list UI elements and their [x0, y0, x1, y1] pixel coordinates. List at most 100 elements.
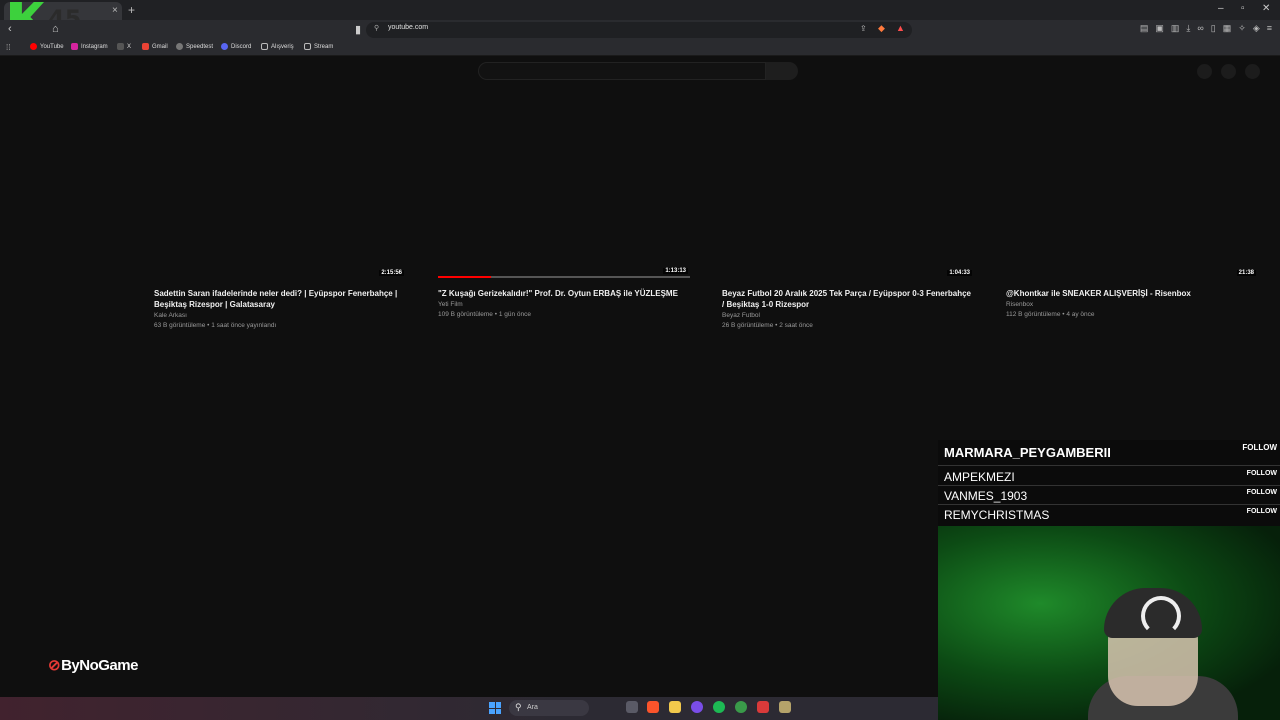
minimize-icon[interactable]: –	[1218, 3, 1224, 14]
video-card[interactable]: 2:15:56 Sadettin Saran ifadelerinde nele…	[154, 100, 406, 329]
video-card[interactable]: 1:04:33 Beyaz Futbol 20 Aralık 2025 Tek …	[722, 100, 974, 329]
task-view-icon[interactable]	[626, 701, 638, 713]
bynogame-icon: ⊘	[48, 657, 61, 674]
video-duration: 1:04:33	[947, 270, 972, 276]
bookmark-gmail[interactable]: Gmail	[142, 43, 168, 50]
bookmark-instagram[interactable]: Instagram	[71, 43, 108, 50]
video-thumbnail[interactable]: 1:04:33	[722, 100, 974, 278]
gmail-icon	[142, 43, 149, 50]
video-thumbnail[interactable]: 2:15:56	[154, 100, 406, 278]
navigation-bar: ‹ ⌂ ▮ ⚲ youtube.com ⇪ ◆ ▲ ▤ ▣ ▥ ⤓ ∞ ▯ ▦ …	[0, 20, 1280, 40]
address-bar[interactable]: ⚲ youtube.com ⇪ ◆ ▲	[366, 22, 912, 38]
close-window-icon[interactable]: ✕	[1262, 3, 1270, 14]
youtube-search-input[interactable]	[478, 62, 766, 80]
video-card[interactable]: 1:13:13 "Z Kuşağı Gerizekalıdır!" Prof. …	[438, 100, 690, 318]
bookmark-stream[interactable]: Stream	[304, 43, 333, 50]
video-meta: 109 B görüntüleme • 1 gün önce	[438, 311, 531, 318]
trash-icon[interactable]: ▥	[1171, 23, 1180, 34]
video-channel[interactable]: Yeti Film	[438, 301, 690, 308]
app-icon[interactable]	[757, 701, 769, 713]
follow-tag: FOLLOW	[1246, 489, 1277, 496]
windows-start-icon[interactable]	[489, 702, 501, 714]
follow-tag: FOLLOW	[1246, 470, 1277, 477]
bookmark-youtube[interactable]: YouTube	[30, 43, 64, 50]
video-card[interactable]: 21:38 @Khontkar ile SNEAKER ALIŞVERİŞİ -…	[1006, 100, 1258, 318]
video-channel[interactable]: Risenbox	[1006, 301, 1258, 308]
menu-icon[interactable]: ≡	[1267, 23, 1272, 34]
search-icon: ⚲	[515, 702, 522, 712]
follower-name: MARMARA_PEYGAMBERII	[944, 445, 1111, 460]
video-title[interactable]: @Khontkar ile SNEAKER ALIŞVERİŞİ - Risen…	[1006, 288, 1258, 299]
taskbar-tint	[0, 697, 938, 720]
home-icon[interactable]: ⌂	[52, 23, 59, 35]
app-icon[interactable]	[779, 701, 791, 713]
video-title[interactable]: "Z Kuşağı Gerizekalıdır!" Prof. Dr. Oytu…	[438, 288, 690, 299]
video-duration: 21:38	[1236, 270, 1256, 276]
bookmark-icon[interactable]: ▮	[355, 23, 361, 36]
link-icon[interactable]: ∞	[1197, 23, 1203, 34]
tab-icon[interactable]: ▣	[1155, 23, 1164, 34]
vpn-icon[interactable]: ◈	[1253, 23, 1260, 34]
chrome-icon[interactable]	[735, 701, 747, 713]
instagram-icon	[71, 43, 78, 50]
video-thumbnail[interactable]: 1:13:13	[438, 100, 690, 278]
rewards-icon[interactable]: ▲	[896, 23, 905, 33]
follower-name: VANMES_1903	[944, 489, 1028, 503]
youtube-search-button[interactable]	[766, 62, 798, 80]
taskbar-search-input[interactable]: ⚲ Ara	[509, 700, 589, 716]
reader-icon[interactable]: ▤	[1140, 23, 1149, 34]
video-title[interactable]: Sadettin Saran ifadelerinde neler dedi? …	[154, 288, 406, 310]
bookmark-x[interactable]: X	[117, 43, 131, 50]
url-text[interactable]: youtube.com	[388, 24, 428, 31]
ai-icon[interactable]: ✧	[1238, 23, 1246, 34]
file-explorer-icon[interactable]	[669, 701, 681, 713]
watch-progress-bar	[438, 276, 690, 278]
follower-alert-panel: MARMARA_PEYGAMBERII FOLLOW AMPEKMEZI FOL…	[938, 440, 1280, 526]
new-tab-button[interactable]: +	[128, 3, 135, 17]
video-duration: 2:15:56	[379, 270, 404, 276]
bookmarks-bar: ⁞⁞ YouTube Instagram X Gmail Speedtest D…	[0, 40, 1280, 56]
divider	[938, 465, 1280, 466]
maximize-icon[interactable]: ▫	[1241, 3, 1245, 14]
divider	[938, 485, 1280, 486]
close-tab-icon[interactable]: ×	[112, 5, 118, 16]
speedtest-icon	[176, 43, 183, 50]
folder-icon	[304, 43, 311, 50]
sponsor-logo: ⊘ByNoGame	[48, 657, 138, 674]
follow-tag: FOLLOW	[1246, 508, 1277, 515]
wallet-icon[interactable]: ▦	[1223, 23, 1232, 34]
site-info-icon[interactable]: ⚲	[374, 24, 379, 32]
youtube-icon	[30, 43, 37, 50]
video-thumbnail[interactable]: 21:38	[1006, 100, 1258, 278]
video-channel[interactable]: Kale Arkası	[154, 312, 406, 319]
watch-progress-fill	[438, 276, 491, 278]
brave-shield-icon[interactable]: ◆	[878, 23, 885, 34]
back-icon[interactable]: ‹	[8, 23, 12, 35]
spotify-icon[interactable]	[713, 701, 725, 713]
folder-icon	[261, 43, 268, 50]
video-title[interactable]: Beyaz Futbol 20 Aralık 2025 Tek Parça / …	[722, 288, 974, 310]
video-meta: 63 B görüntüleme • 1 saat önce yayınland…	[154, 322, 277, 329]
bookmark-alisveris[interactable]: Alışveriş	[261, 43, 294, 50]
webcam-overlay	[938, 526, 1280, 720]
notifications-icon[interactable]	[1221, 64, 1236, 79]
avatar[interactable]	[1245, 64, 1260, 79]
create-icon[interactable]	[1197, 64, 1212, 79]
video-channel[interactable]: Beyaz Futbol	[722, 312, 974, 319]
bookmark-speedtest[interactable]: Speedtest	[176, 43, 213, 50]
video-duration: 1:13:13	[663, 268, 688, 274]
discord-icon	[221, 43, 228, 50]
toolbar-icons: ▤ ▣ ▥ ⤓ ∞ ▯ ▦ ✧ ◈ ≡	[1140, 23, 1272, 34]
follower-name: REMYCHRISTMAS	[944, 508, 1050, 522]
brave-browser-icon[interactable]	[647, 701, 659, 713]
sidebar-icon[interactable]: ▯	[1211, 23, 1216, 34]
x-icon	[117, 43, 124, 50]
apps-icon[interactable]: ⁞⁞	[6, 43, 10, 52]
video-meta: 112 B görüntüleme • 4 ay önce	[1006, 311, 1095, 318]
share-icon[interactable]: ⇪	[860, 24, 867, 33]
follow-tag: FOLLOW	[1242, 443, 1277, 452]
download-icon[interactable]: ⤓	[1186, 23, 1190, 34]
bookmark-discord[interactable]: Discord	[221, 43, 251, 50]
divider	[938, 504, 1280, 505]
obs-icon[interactable]	[691, 701, 703, 713]
